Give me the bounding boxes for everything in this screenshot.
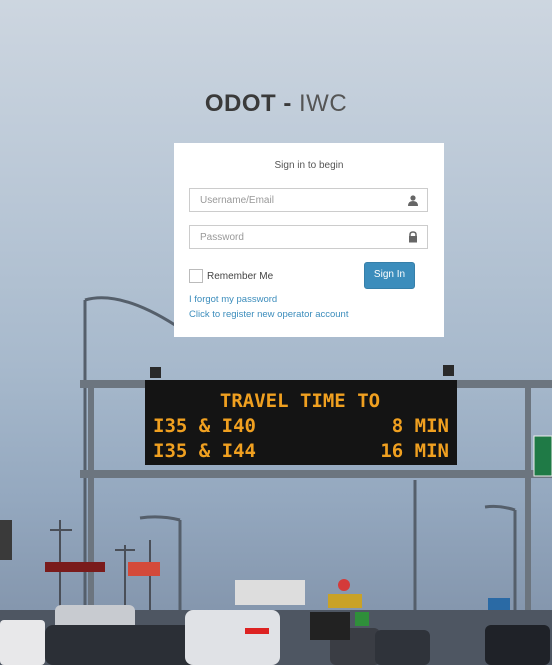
login-header: Sign in to begin (274, 160, 344, 171)
sign-line-3-left: I35 & I44 (153, 440, 256, 462)
lock-icon (409, 231, 417, 243)
sign-line-1: TRAVEL TIME TO (220, 390, 380, 412)
sign-in-button[interactable]: Sign In (364, 262, 415, 289)
remember-me[interactable]: Remember Me (189, 269, 273, 283)
app-title-bold: ODOT - (204, 90, 292, 117)
username-field[interactable] (189, 188, 428, 212)
sign-line-2-left: I35 & I40 (153, 415, 256, 437)
remember-checkbox[interactable] (189, 269, 203, 283)
password-field[interactable] (189, 225, 428, 249)
app-title: ODOT - IWC (0, 90, 552, 118)
register-link[interactable]: Click to register new operator account (189, 309, 348, 320)
sign-line-2-right: 8 MIN (392, 415, 449, 437)
app-title-light: IWC (299, 90, 348, 117)
login-card: Sign in to begin Remember Me Sign In I f… (174, 143, 444, 337)
password-input[interactable] (198, 230, 402, 244)
user-icon (408, 195, 418, 206)
username-input[interactable] (198, 193, 402, 207)
forgot-password-link[interactable]: I forgot my password (189, 294, 277, 305)
remember-label: Remember Me (207, 270, 274, 282)
sign-line-3-right: 16 MIN (380, 440, 449, 462)
